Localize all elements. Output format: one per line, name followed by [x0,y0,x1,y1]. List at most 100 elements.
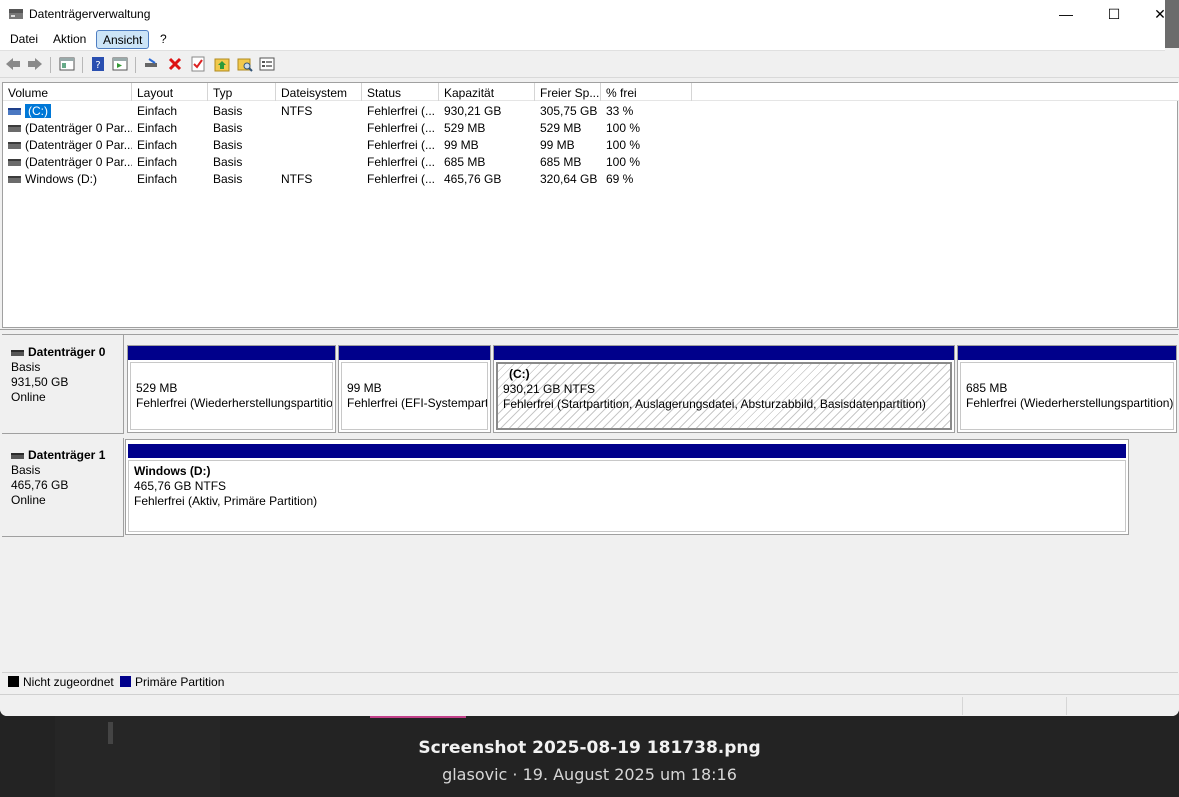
delete-icon[interactable] [166,55,184,73]
capacity-cell: 529 MB [444,121,486,135]
disk-0-size: 931,50 GB [11,375,69,389]
free-cell: 320,64 GB [540,172,598,186]
legend-primary: Primäre Partition [120,675,224,689]
free-cell: 99 MB [540,138,575,152]
check-icon[interactable] [189,55,207,73]
status-cell: Fehlerfrei (... [367,121,436,135]
table-row[interactable]: (Datenträger 0 Par... Einfach Basis Fehl… [3,153,1179,170]
connect-icon[interactable] [142,55,160,73]
menu-help[interactable]: ? [154,30,173,49]
typ-cell: Basis [213,172,243,186]
disk-0-label[interactable]: Datenträger 0 Basis 931,50 GB Online [2,335,124,434]
pct-cell: 69 % [606,172,634,186]
pct-cell: 100 % [606,121,641,135]
primary-partition-bar [128,346,335,360]
column-header-typ[interactable]: Typ [208,83,276,101]
table-row[interactable]: (Datenträger 0 Par... Einfach Basis Fehl… [3,136,1179,153]
system-volume-icon [8,108,21,116]
volume-cell: (Datenträger 0 Par... [3,153,132,170]
minimize-button[interactable]: — [1043,0,1089,28]
partition-recovery-2[interactable]: 685 MB Fehlerfrei (Wiederherstellungspar… [957,345,1177,433]
fs-cell [276,153,362,170]
column-header-layout[interactable]: Layout [132,83,208,101]
disk-graph-view: Datenträger 0 Basis 931,50 GB Online 529… [2,334,1178,670]
screenshot-meta: glasovic · 19. August 2025 um 18:16 [442,765,737,784]
pct-cell: 33 % [606,104,634,118]
fs-cell: NTFS [281,172,313,186]
table-row[interactable]: (C:) Einfach Basis NTFS Fehlerfrei (... … [3,102,1179,119]
disk-1-label[interactable]: Datenträger 1 Basis 465,76 GB Online [2,438,124,537]
volume-icon [8,176,21,184]
volume-cell: (C:) [3,102,132,119]
disk-1-state: Online [11,493,46,507]
disk-icon [11,452,24,459]
volume-icon [8,125,21,133]
folder-up-icon[interactable] [213,55,231,73]
menu-aktion[interactable]: Aktion [47,30,92,49]
layout-cell: Einfach [137,104,178,118]
pct-cell: 100 % [606,138,641,152]
fs-cell [276,119,362,136]
primary-partition-bar [339,346,490,360]
properties-icon[interactable] [111,55,129,73]
column-header-kapazitaet[interactable]: Kapazität [439,83,535,101]
background-accent [370,716,466,718]
capacity-cell: 930,21 GB [444,104,502,118]
column-header-freier-speicher[interactable]: Freier Sp... [535,83,601,101]
typ-cell: Basis [213,138,243,152]
layout-cell: Einfach [137,138,178,152]
primary-partition-bar [128,444,1126,458]
column-header-volume[interactable]: Volume [3,83,132,101]
disk-0-type: Basis [11,360,41,374]
status-cell: Fehlerfrei (... [367,138,436,152]
column-header-dateisystem[interactable]: Dateisystem [276,83,362,101]
list-view-icon[interactable] [58,55,76,73]
menu-ansicht[interactable]: Ansicht [96,30,150,49]
volume-icon [8,142,21,150]
volume-cell: (Datenträger 0 Par... [3,136,132,153]
menu-bar: Datei Aktion Ansicht ? [0,28,1165,51]
legend-unallocated: Nicht zugeordnet [8,675,114,689]
search-folder-icon[interactable] [236,55,254,73]
status-cell: Fehlerfrei (... [367,155,436,169]
partition-c[interactable]: (C:) 930,21 GB NTFS Fehlerfrei (Startpar… [493,345,955,433]
screenshot-filename: Screenshot 2025-08-19 181738.png [418,738,761,758]
layout-cell: Einfach [137,172,178,186]
table-row[interactable]: (Datenträger 0 Par... Einfach Basis Fehl… [3,119,1179,136]
maximize-button[interactable]: ☐ [1091,0,1137,28]
typ-cell: Basis [213,104,243,118]
svg-text:?: ? [95,60,100,71]
volume-list-header: Volume Layout Typ Dateisystem Status Kap… [3,83,1179,101]
help-icon[interactable]: ? [89,55,107,73]
column-header-status[interactable]: Status [362,83,439,101]
window-title: Datenträgerverwaltung [29,7,151,21]
menu-datei[interactable]: Datei [4,30,44,49]
volume-icon [8,159,21,167]
table-row[interactable]: Windows (D:) Einfach Basis NTFS Fehlerfr… [3,170,1179,187]
column-header-prozent-frei[interactable]: % frei [601,83,692,101]
capacity-cell: 99 MB [444,138,479,152]
layout-cell: Einfach [137,121,178,135]
capacity-cell: 685 MB [444,155,486,169]
background-scrollbar [1165,0,1179,48]
volume-list[interactable]: Volume Layout Typ Dateisystem Status Kap… [2,82,1179,328]
layout-cell: Einfach [137,155,178,169]
title-bar[interactable]: Datenträgerverwaltung — ☐ ✕ [0,0,1179,28]
primary-partition-bar [958,346,1176,360]
disk-1-size: 465,76 GB [11,478,69,492]
partition-d[interactable]: Windows (D:) 465,76 GB NTFS Fehlerfrei (… [125,439,1129,535]
forward-arrow-icon[interactable] [26,55,44,73]
status-cell: Fehlerfrei (... [367,104,436,118]
status-bar [0,694,1179,716]
image-viewer-overlay: Screenshot 2025-08-19 181738.png glasovi… [0,716,1179,797]
typ-cell: Basis [213,121,243,135]
partition-efi[interactable]: 99 MB Fehlerfrei (EFI-Systempartit [338,345,491,433]
details-icon[interactable] [258,55,276,73]
partition-recovery-1[interactable]: 529 MB Fehlerfrei (Wiederherstellungspar… [127,345,336,433]
fs-cell [276,136,362,153]
primary-partition-bar [494,346,954,360]
free-cell: 529 MB [540,121,582,135]
free-cell: 685 MB [540,155,582,169]
back-arrow-icon[interactable] [4,55,22,73]
disk-1-type: Basis [11,463,41,477]
